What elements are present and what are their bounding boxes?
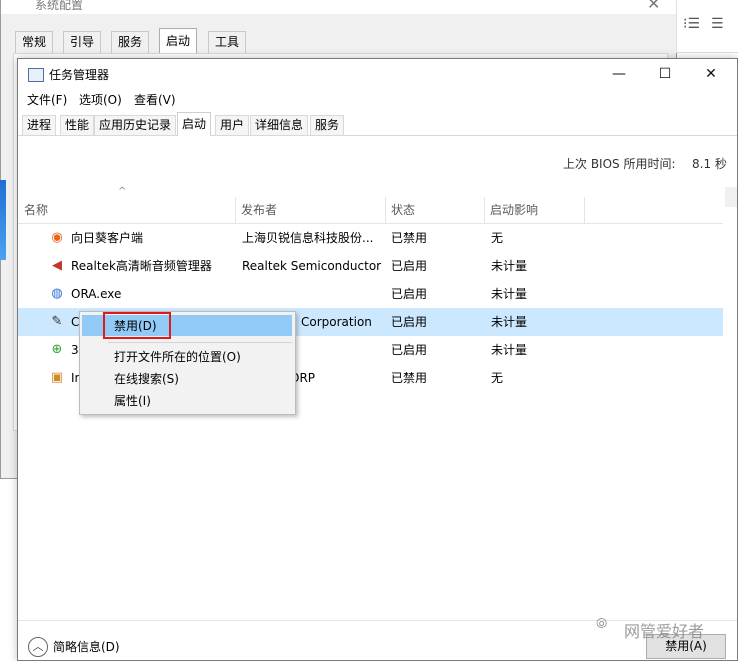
close-icon[interactable]: ✕ — [647, 0, 660, 13]
row-name: Realtek高清晰音频管理器 — [71, 259, 212, 273]
msconfig-titlebar: 系统配置 ✕ — [1, 0, 676, 14]
minimize-button[interactable]: — — [596, 59, 642, 89]
row-impact: 无 — [491, 371, 504, 385]
context-menu: 禁用(D) 打开文件所在的位置(O) 在线搜索(S) 属性(I) — [79, 311, 296, 415]
sort-arrow-icon: ^ — [118, 186, 127, 197]
row-publisher: ORP — [290, 371, 316, 385]
scrollbar-top[interactable] — [725, 187, 737, 207]
row-publisher: 上海贝锐信息科技股份... — [242, 231, 374, 245]
annotation-red-box — [103, 312, 171, 339]
column-header-name[interactable]: 名称 — [18, 197, 236, 223]
tab-users[interactable]: 用户 — [215, 115, 250, 135]
fewer-details-link[interactable]: 简略信息(D) — [53, 638, 120, 655]
background-app-toolbar: ⁝☰ ☰ — [676, 0, 738, 53]
table-row[interactable]: ◉ 向日葵客户端 上海贝锐信息科技股份... 已禁用 无 — [18, 224, 723, 252]
tab-services[interactable]: 服务 — [310, 115, 345, 135]
bios-time-label: 上次 BIOS 所用时间: — [563, 157, 676, 171]
row-impact: 未计量 — [491, 315, 528, 329]
row-impact: 未计量 — [491, 259, 528, 273]
maximize-button[interactable]: ☐ — [642, 59, 688, 89]
tab-general[interactable]: 常规 — [15, 31, 54, 53]
column-header-publisher[interactable]: 发布者 — [235, 197, 386, 223]
menu-view[interactable]: 查看(V) — [131, 90, 179, 110]
context-open-file-location[interactable]: 打开文件所在的位置(O) — [114, 346, 241, 368]
menu-options[interactable]: 选项(O) — [76, 90, 125, 110]
row-impact: 无 — [491, 231, 504, 245]
row-status: 已启用 — [391, 259, 428, 273]
tab-startup[interactable]: 启动 — [159, 28, 198, 54]
context-search-online[interactable]: 在线搜索(S) — [114, 368, 179, 390]
row-impact: 未计量 — [491, 343, 528, 357]
tab-services[interactable]: 服务 — [111, 31, 150, 53]
table-row[interactable]: ◀ Realtek高清晰音频管理器 Realtek Semiconductor … — [18, 252, 723, 280]
bios-time-value: 8.1 秒 — [692, 157, 727, 171]
tab-startup[interactable]: 启动 — [177, 112, 212, 136]
menu-file[interactable]: 文件(F) — [24, 90, 70, 110]
globe-icon: ◍ — [51, 286, 63, 301]
desktop-fragment — [0, 180, 6, 260]
notepad-icon: ✎ — [51, 314, 63, 329]
table-row[interactable]: ◍ ORA.exe 已启用 未计量 — [18, 280, 723, 308]
tab-boot[interactable]: 引导 — [63, 31, 102, 53]
context-properties[interactable]: 属性(I) — [114, 390, 151, 412]
msconfig-title: 系统配置 — [35, 0, 84, 12]
close-button[interactable]: ✕ — [688, 59, 734, 89]
row-status: 已启用 — [391, 287, 428, 301]
sunflower-icon: ◉ — [51, 230, 63, 245]
chevron-up-icon[interactable]: ︿ — [28, 637, 48, 657]
tab-details[interactable]: 详细信息 — [250, 115, 309, 135]
context-menu-separator — [108, 342, 292, 343]
app-icon: ▣ — [50, 370, 64, 385]
tab-performance[interactable]: 性能 — [60, 115, 95, 135]
row-status: 已禁用 — [391, 231, 428, 245]
row-name: ORA.exe — [71, 287, 122, 301]
indent-icon[interactable]: ☰ — [711, 16, 724, 32]
360-icon: ⊕ — [51, 342, 63, 357]
tab-app-history[interactable]: 应用历史记录 — [94, 115, 177, 135]
window-title: 任务管理器 — [49, 68, 110, 82]
row-status: 已启用 — [391, 343, 428, 357]
row-publisher — [242, 280, 382, 308]
row-status: 已启用 — [391, 315, 428, 329]
row-impact: 未计量 — [491, 287, 528, 301]
tab-tools[interactable]: 工具 — [208, 31, 247, 53]
watermark-text: 网管爱好者 — [624, 622, 705, 641]
row-name: 向日葵客户端 — [71, 231, 144, 245]
tab-processes[interactable]: 进程 — [22, 115, 57, 135]
list-icon[interactable]: ⁝☰ — [683, 16, 700, 32]
wechat-icon: ⦾ — [596, 616, 608, 632]
row-publisher: Realtek Semiconductor — [242, 259, 382, 273]
column-header-status[interactable]: 状态 — [385, 197, 485, 223]
row-status: 已禁用 — [391, 371, 428, 385]
column-header-impact[interactable]: 启动影响 — [484, 197, 585, 223]
row-publisher: Corporation — [301, 315, 372, 329]
task-manager-icon — [28, 68, 44, 82]
speaker-icon: ◀ — [52, 258, 62, 273]
